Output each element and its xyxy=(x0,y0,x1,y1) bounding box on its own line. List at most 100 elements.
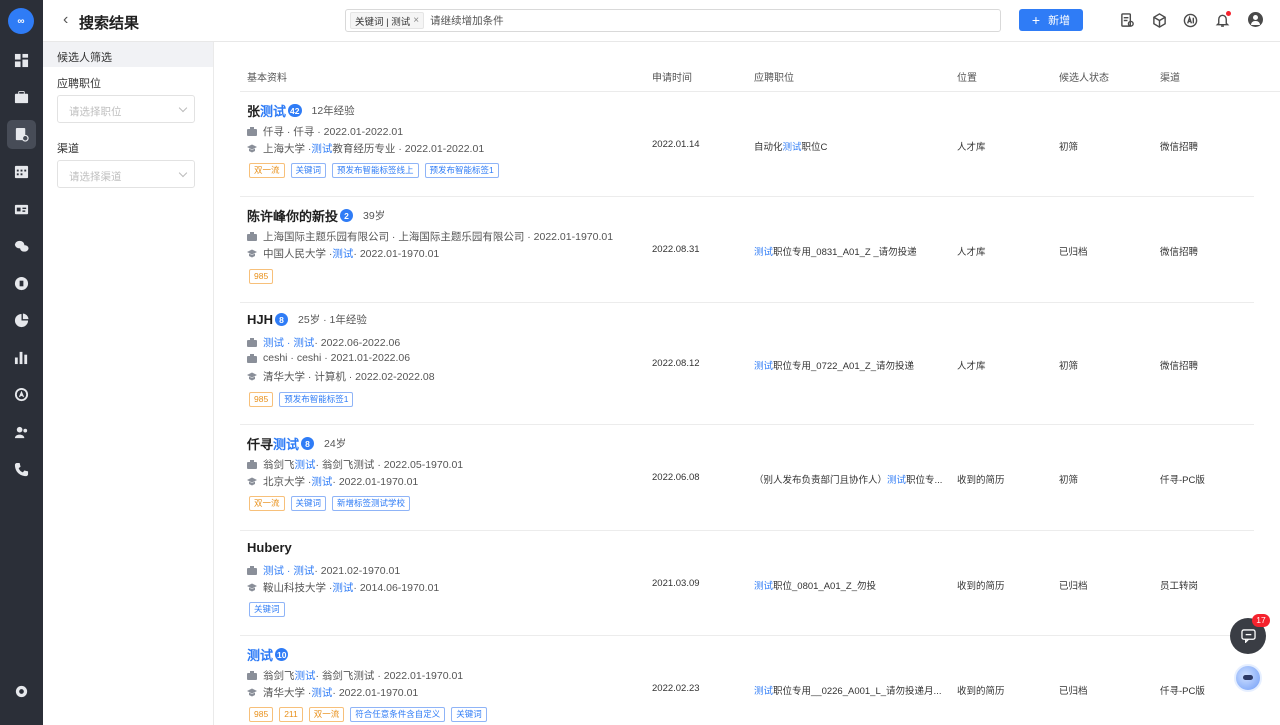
tag-list: 关键词 xyxy=(249,602,285,617)
education: 清华大学 · 测试 · 2022.01-1970.01 xyxy=(247,685,418,700)
apply-date: 2022.08.12 xyxy=(652,358,700,369)
pie-chart-icon[interactable] xyxy=(7,306,36,335)
table-header: 基本资料 申请时间 应聘职位 位置 候选人状态 渠道 xyxy=(240,42,1280,92)
phone-icon[interactable] xyxy=(7,455,36,484)
filter-heading: 候选人筛选 xyxy=(43,42,213,67)
line-highlight: 测试 xyxy=(294,459,316,471)
education: 鞍山科技大学 · 测试 · 2014.06-1970.01 xyxy=(247,580,439,595)
wechat-icon[interactable] xyxy=(7,232,36,261)
job-select[interactable]: 请选择职位 xyxy=(57,95,195,123)
bell-icon[interactable] xyxy=(1214,11,1231,28)
keyword-chip-label: 关键词 | 测试 xyxy=(355,16,411,28)
line-text: · 翁剑飞测试 · 2022.05-1970.01 xyxy=(315,459,464,471)
job-filter-label: 应聘职位 xyxy=(57,78,101,90)
job-title[interactable]: 测试职位_0801_A01_Z_勿投 xyxy=(754,578,876,592)
app-logo[interactable]: ∞ xyxy=(8,8,34,34)
tag: 985 xyxy=(249,392,274,407)
job-title[interactable]: （别人发布负责部门且协作人）测试职位专... xyxy=(754,472,942,486)
page-title: 搜索结果 xyxy=(79,15,140,32)
briefcase-icon xyxy=(247,127,257,136)
tag-list: 985 211 双一流 符合任意条件含自定义 关键词 xyxy=(249,707,487,722)
candidate-name[interactable]: 仟寻 测试 8 24岁 xyxy=(247,434,346,453)
line-text: · 2022.01-1970.01 xyxy=(332,686,419,699)
job-highlight: 测试 xyxy=(754,361,774,372)
line-text: · 翁剑飞测试 · 2022.01-1970.01 xyxy=(315,670,464,682)
graduation-cap-icon xyxy=(247,144,257,153)
candidate-name[interactable]: HJH 8 25岁 · 1年经验 xyxy=(247,312,367,327)
job-text: 职位_0801_A01_Z_勿投 xyxy=(773,581,876,592)
name-text: 陈许峰你的新投 xyxy=(247,209,339,224)
channel-select[interactable]: 请选择渠道 xyxy=(57,160,195,188)
table-row[interactable]: 测试 10 翁剑飞 测试 · 翁剑飞测试 · 2022.01-1970.01 清华大… xyxy=(240,636,1254,725)
chevron-down-icon xyxy=(178,168,188,178)
keyword-chip[interactable]: 关键词 | 测试 × xyxy=(350,12,425,29)
table-row[interactable]: 仟寻 测试 8 24岁 翁剑飞 测试 · 翁剑飞测试 · 2022.05-1970.01… xyxy=(240,425,1254,531)
line-text: 上海国际主题乐园有限公司 · 上海国际主题乐园有限公司 · 2022.01-19… xyxy=(263,231,614,243)
search-condition-bar[interactable]: 关键词 | 测试 × 请继续增加条件 xyxy=(345,9,1001,32)
candidate-name[interactable]: Hubery xyxy=(247,540,292,555)
table-row[interactable]: Hubery 测试 · 测试 · 2021.02-1970.01 鞍山科技大学 … xyxy=(240,531,1254,636)
chip-close-icon[interactable]: × xyxy=(413,15,419,26)
back-arrow-icon[interactable]: ‹ xyxy=(63,12,77,29)
candidate-meta: 39岁 xyxy=(363,210,386,222)
apply-date: 2022.02.23 xyxy=(652,683,700,694)
plus-icon: + xyxy=(1031,12,1041,28)
job-title[interactable]: 测试职位专用__0226_A001_L_请勿投递月... xyxy=(754,683,941,697)
line-highlight: 测试 xyxy=(332,248,354,260)
table-row[interactable]: 陈许峰你的新投 2 39岁 上海国际主题乐园有限公司 · 上海国际主题乐园有限公司 … xyxy=(240,197,1254,303)
apply-date: 2022.06.08 xyxy=(652,472,700,483)
line-text: · 2014.06-1970.01 xyxy=(353,581,440,594)
report-search-icon[interactable] xyxy=(1119,12,1135,28)
compass-icon[interactable] xyxy=(7,380,36,409)
work-experience: 上海国际主题乐园有限公司 · 上海国际主题乐园有限公司 · 2022.01-19… xyxy=(247,229,613,244)
candidate-name[interactable]: 张测试 42 12年经验 xyxy=(247,101,355,120)
apply-date: 2021.03.09 xyxy=(652,578,700,589)
location: 收到的简历 xyxy=(957,581,1005,592)
briefcase-icon xyxy=(247,338,257,347)
job-title[interactable]: 测试职位专用_0722_A01_Z_请勿投递 xyxy=(754,358,914,372)
bar-chart-icon[interactable] xyxy=(7,343,36,372)
candidate-name[interactable]: 陈许峰你的新投 2 39岁 xyxy=(247,206,385,225)
settings-icon[interactable] xyxy=(7,677,36,706)
user-avatar-icon[interactable] xyxy=(1248,12,1263,27)
status: 初筛 xyxy=(1059,361,1079,372)
channel: 员工转岗 xyxy=(1160,581,1199,592)
assistant-robot-icon[interactable] xyxy=(1234,664,1262,692)
candidate-name[interactable]: 测试 10 xyxy=(247,645,289,664)
id-card-icon[interactable] xyxy=(7,195,36,224)
new-button[interactable]: + 新增 xyxy=(1019,9,1083,31)
table-row[interactable]: HJH 8 25岁 · 1年经验 测试 · 测试 · 2022.06-2022.06… xyxy=(240,303,1254,425)
count-badge: 10 xyxy=(275,648,289,661)
name-highlight: 测试 xyxy=(247,648,274,663)
job-highlight: 测试 xyxy=(754,247,774,258)
table-row[interactable]: 张测试 42 12年经验 仟寻 · 仟寻 · 2022.01-2022.01 上海大… xyxy=(240,92,1254,197)
tag: 211 xyxy=(279,707,303,722)
status: 初筛 xyxy=(1059,142,1079,153)
work-experience: 翁剑飞 测试 · 翁剑飞测试 · 2022.01-1970.01 xyxy=(247,668,463,683)
job-title[interactable]: 自动化测试职位C xyxy=(754,139,827,153)
location: 人才库 xyxy=(957,142,986,153)
dashboard-icon[interactable] xyxy=(7,46,36,75)
job-title[interactable]: 测试职位专用_0831_A01_Z _请勿投递 xyxy=(754,244,917,258)
tag: 预发布智能标签线上 xyxy=(332,163,419,178)
name-text: HJH xyxy=(247,312,274,327)
hand-icon[interactable] xyxy=(7,269,36,298)
candidate-filter-panel: 候选人筛选 应聘职位 请选择职位 渠道 请选择渠道 xyxy=(43,42,214,725)
count-badge: 8 xyxy=(275,313,289,326)
briefcase-icon[interactable] xyxy=(7,83,36,112)
tag-list: 985 预发布智能标签1 xyxy=(249,392,354,407)
line-text: 中国人民大学 · xyxy=(263,248,333,260)
line-highlight: 测试 xyxy=(311,143,333,155)
cube-icon[interactable] xyxy=(1151,12,1167,28)
header-status: 候选人状态 xyxy=(1059,73,1109,84)
education: 清华大学 · 计算机 · 2022.02-2022.08 xyxy=(247,369,435,384)
line-text: 翁剑飞 xyxy=(263,670,295,682)
job-text: （别人发布负责部门且协作人） xyxy=(754,475,888,486)
graduation-cap-icon xyxy=(247,372,257,381)
resume-search-icon[interactable] xyxy=(7,120,36,149)
users-icon[interactable] xyxy=(7,418,36,447)
ai-icon[interactable] xyxy=(1182,12,1198,28)
header-apply-time: 申请时间 xyxy=(652,73,692,84)
work-experience: 测试 · 测试 · 2021.02-1970.01 xyxy=(247,563,400,578)
calendar-icon[interactable] xyxy=(7,157,36,186)
